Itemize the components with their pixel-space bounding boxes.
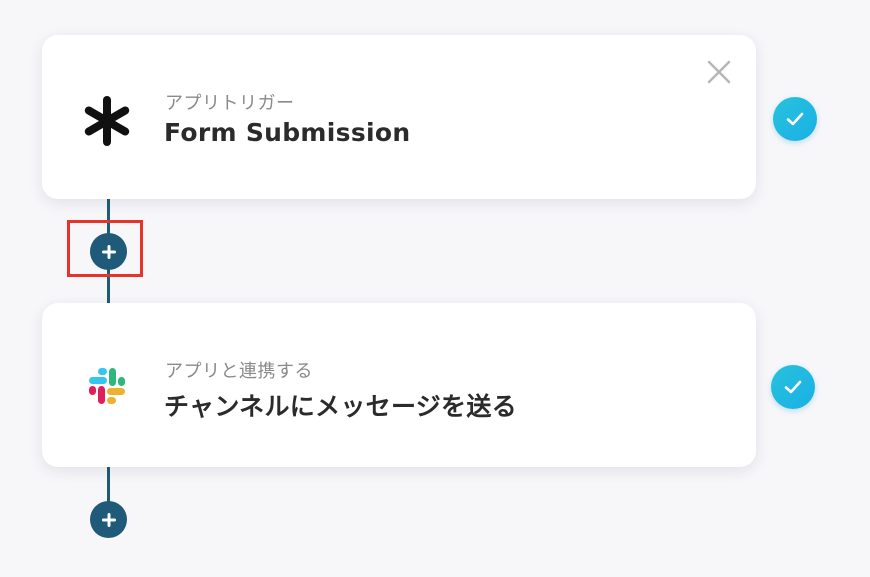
step-card-action[interactable] — [42, 303, 756, 467]
asterisk-icon — [78, 92, 136, 150]
slack-logo-icon — [78, 357, 136, 415]
close-icon[interactable] — [705, 58, 733, 86]
step-card-trigger[interactable] — [42, 35, 756, 199]
step-title: Form Submission — [164, 118, 411, 147]
step-complete-check-icon — [771, 365, 815, 409]
step-subtitle: アプリトリガー — [165, 93, 295, 114]
step-complete-check-icon — [773, 97, 817, 141]
step-subtitle: アプリと連携する — [165, 361, 313, 382]
add-step-button[interactable] — [90, 501, 127, 538]
plus-icon — [101, 512, 116, 527]
step-title: チャンネルにメッセージを送る — [164, 392, 517, 421]
highlight-box — [67, 220, 143, 277]
